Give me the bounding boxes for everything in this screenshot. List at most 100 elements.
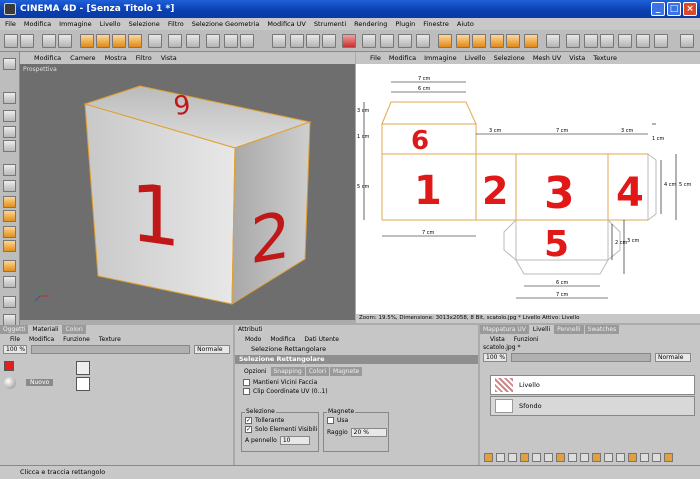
menu-immagine[interactable]: Immagine [59,20,92,28]
toolbar-button[interactable] [290,34,304,48]
texture-canvas[interactable]: 6 1 2 3 4 5 7 cm 6 cm 3 cm 1 cm 5 cm 3 c… [356,64,700,314]
toolbar-button[interactable] [680,34,694,48]
left-tool-button[interactable] [3,240,16,252]
viewport-menu-modifica[interactable]: Modifica [34,54,61,62]
toolbar-button[interactable] [380,34,394,48]
menu-strumenti[interactable]: Strumenti [314,20,346,28]
toolbar-button[interactable] [206,34,220,48]
toolbar-button[interactable] [322,34,336,48]
left-tool-button[interactable] [3,210,16,222]
toolbar-button[interactable] [342,34,356,48]
layer-action-button[interactable] [580,453,589,462]
left-tool-button[interactable] [3,92,16,104]
tab-attributes[interactable]: Attributi [235,325,266,334]
layers-slider[interactable] [511,353,651,362]
menu-rendering[interactable]: Rendering [354,20,387,28]
toolbar-button[interactable] [128,34,142,48]
left-tool-button[interactable] [3,296,16,308]
material-menu-funzione[interactable]: Funzione [63,336,90,343]
tab-livelli[interactable]: Livelli [529,325,554,334]
toolbar-button[interactable] [58,34,72,48]
toolbar-button[interactable] [362,34,376,48]
menu-file[interactable]: File [5,20,16,28]
layer-action-button[interactable] [556,453,565,462]
left-tool-button[interactable] [3,110,16,122]
material-preview-1[interactable] [76,361,90,375]
menu-selezione[interactable]: Selezione [129,20,160,28]
viewport-menu-vista[interactable]: Vista [161,54,177,62]
viewport-3d[interactable]: Prospettiva 6 1 2 [20,64,355,320]
left-tool-button[interactable] [3,196,16,208]
attributes-subtab-opzioni[interactable]: Opzioni [241,367,270,376]
left-tool-button[interactable] [3,58,16,70]
material-slider[interactable] [30,345,191,354]
texture-menu-vista[interactable]: Vista [569,54,585,62]
toolbar-button[interactable] [148,34,162,48]
texture-menu-file[interactable]: File [370,54,381,62]
tab-materiali[interactable]: Materiali [29,325,62,334]
toolbar-button[interactable] [546,34,560,48]
menu-finestre[interactable]: Finestre [423,20,449,28]
texture-menu-mesh-uv[interactable]: Mesh UV [533,54,561,62]
toolbar-button[interactable] [584,34,598,48]
material-ball[interactable] [4,377,16,389]
toolbar-button[interactable] [240,34,254,48]
keep-neighbors-checkbox[interactable] [243,379,250,386]
material-swatch-red[interactable] [4,361,14,371]
toolbar-button[interactable] [490,34,504,48]
menu-selezione-geometria[interactable]: Selezione Geometria [192,20,260,28]
attributes-menu-dati-utente[interactable]: Dati Utente [304,336,339,343]
attributes-subtab-magnete[interactable]: Magnete [330,367,363,376]
viewport-menu-mostra[interactable]: Mostra [105,54,127,62]
layer-action-button[interactable] [520,453,529,462]
toolbar-button[interactable] [4,34,18,48]
material-item[interactable]: Nuovo [26,379,54,386]
toolbar-button[interactable] [618,34,632,48]
material-menu-texture[interactable]: Texture [99,336,121,343]
toolbar-button[interactable] [168,34,182,48]
viewport-menu-camere[interactable]: Camere [70,54,95,62]
toolbar-button[interactable] [416,34,430,48]
left-tool-button[interactable] [3,276,16,288]
material-zoom[interactable]: 100 % [3,345,27,354]
viewport-menu-filtro[interactable]: Filtro [136,54,152,62]
attributes-subtab-snapping[interactable]: Snapping [270,367,305,376]
toolbar-button[interactable] [272,34,286,48]
material-menu-file[interactable]: File [10,336,20,343]
visible-only-checkbox[interactable]: ✓ [245,426,252,433]
texture-menu-modifica[interactable]: Modifica [389,54,416,62]
toolbar-button[interactable] [398,34,412,48]
tab-swatches[interactable]: Swatches [584,325,620,334]
layer-action-button[interactable] [640,453,649,462]
layer-action-button[interactable] [616,453,625,462]
layer-action-button[interactable] [484,453,493,462]
close-button[interactable]: × [683,2,697,16]
toolbar-button[interactable] [600,34,614,48]
layer-action-button[interactable] [652,453,661,462]
layer-action-button[interactable] [508,453,517,462]
toolbar-button[interactable] [42,34,56,48]
material-preview-2[interactable] [76,377,90,391]
layer-action-button[interactable] [604,453,613,462]
use-magnet-checkbox[interactable] [327,417,334,424]
toolbar-button[interactable] [472,34,486,48]
texture-menu-immagine[interactable]: Immagine [424,54,457,62]
layer-row-livello[interactable]: Livello [490,375,695,395]
toolbar-button[interactable] [654,34,668,48]
tolerant-checkbox[interactable]: ✓ [245,417,252,424]
tab-pennelli[interactable]: Pennelli [554,325,584,334]
clip-uv-checkbox[interactable] [243,388,250,395]
toolbar-button[interactable] [20,34,34,48]
left-tool-button[interactable] [3,164,16,176]
texture-menu-livello[interactable]: Livello [465,54,486,62]
menu-filtro[interactable]: Filtro [168,20,184,28]
menu-plugin[interactable]: Plugin [395,20,415,28]
layer-action-button[interactable] [532,453,541,462]
toolbar-button[interactable] [306,34,320,48]
toolbar-button[interactable] [80,34,94,48]
tab-oggetti[interactable]: Oggetti [0,325,29,334]
menu-aiuto[interactable]: Aiuto [457,20,474,28]
layer-action-button[interactable] [496,453,505,462]
maximize-button[interactable]: □ [667,2,681,16]
texture-menu-texture[interactable]: Texture [593,54,617,62]
